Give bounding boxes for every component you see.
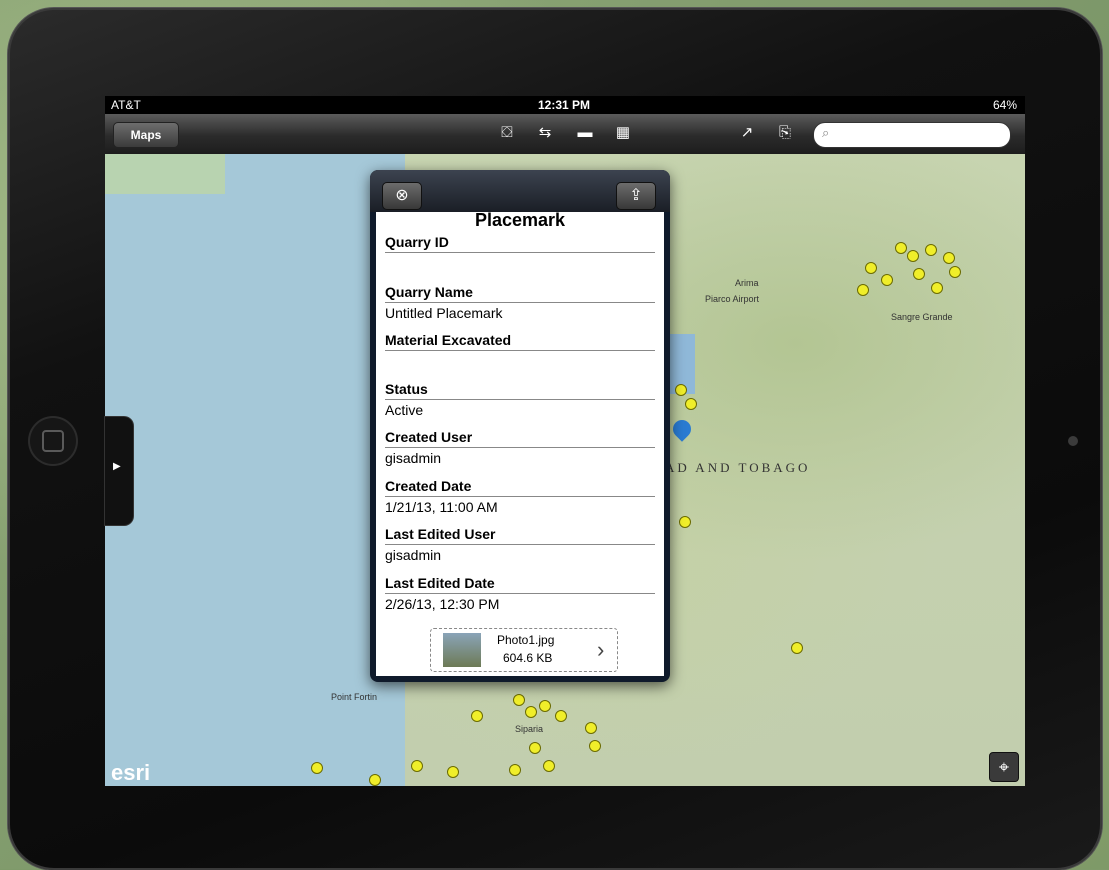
feature-popup: ⊗ ⇪ Placemark Quarry ID Quarry Name Unti… [370,170,670,682]
quarry-marker[interactable] [791,642,803,654]
carrier-label: AT&T [111,98,141,112]
field-value: gisadmin [385,450,442,466]
field-label: Quarry ID [385,234,655,253]
attachment-size: 604.6 KB [503,651,553,665]
quarry-marker[interactable] [369,774,381,786]
quarry-marker[interactable] [881,274,893,286]
status-time: 12:31 PM [538,98,591,112]
country-label: AD AND TOBAGO [665,460,811,475]
field-quarry-name: Quarry Name Untitled Placemark [385,284,655,321]
home-square-icon [42,430,64,452]
quarry-marker[interactable] [907,250,919,262]
expand-arrow-icon: ▶ [113,461,121,472]
popup-header: ⊗ ⇪ [370,170,670,212]
battery-level: 64% [992,98,1017,112]
quarry-marker[interactable] [555,710,567,722]
quarry-marker[interactable] [685,398,697,410]
quarry-marker[interactable] [589,740,601,752]
quarry-marker[interactable] [513,694,525,706]
home-button[interactable] [28,416,78,466]
field-label: Material Excavated [385,332,655,351]
quarry-marker[interactable] [525,706,537,718]
bookmarks-icon[interactable]: ⎘ [773,123,797,143]
field-status: Status Active [385,381,655,418]
field-label: Quarry Name [385,284,655,303]
quarry-marker[interactable] [471,710,483,722]
field-last-edited-date: Last Edited Date 2/26/13, 12:30 PM [385,575,655,612]
quarry-marker[interactable] [895,242,907,254]
attachment-thumbnail [443,633,481,667]
quarry-marker[interactable] [675,384,687,396]
field-value: 1/21/13, 11:00 AM [385,499,498,515]
quarry-marker[interactable] [931,282,943,294]
quarry-marker[interactable] [411,760,423,772]
legend-icon[interactable]: ▬ [573,123,597,143]
field-label: Created User [385,429,655,448]
layers-icon[interactable]: ▦ [611,123,635,143]
field-quarry-id: Quarry ID [385,234,655,255]
quarry-marker[interactable] [585,722,597,734]
quarry-marker[interactable] [865,262,877,274]
map-label-siparia: Siparia [515,724,544,734]
quarry-marker[interactable] [925,244,937,256]
maps-button[interactable]: Maps [113,122,179,148]
field-value: 2/26/13, 12:30 PM [385,596,500,612]
field-material-excavated: Material Excavated [385,332,655,353]
selected-location-pin[interactable] [669,416,695,442]
measure-icon[interactable]: ⇆ [533,123,557,143]
esri-logo: esri [111,760,151,785]
quarry-marker[interactable] [539,700,551,712]
field-last-edited-user: Last Edited User gisadmin [385,526,655,563]
close-icon: ⊗ [395,187,409,204]
map-label-piarco: Piarco Airport [705,294,760,304]
field-label: Status [385,381,655,400]
close-popup-button[interactable]: ⊗ [382,182,422,210]
search-input[interactable]: ⌕ [813,122,1011,148]
field-created-date: Created Date 1/21/13, 11:00 AM [385,478,655,515]
quarry-marker[interactable] [857,284,869,296]
map-label-sangre-grande: Sangre Grande [891,312,953,322]
search-icon: ⌕ [822,125,830,140]
quarry-marker[interactable] [543,760,555,772]
map-label-point-fortin: Point Fortin [331,692,378,702]
field-created-user: Created User gisadmin [385,429,655,466]
quarry-marker[interactable] [943,252,955,264]
popup-title: Placemark [474,212,566,230]
locate-button[interactable]: ⌖ [989,752,1019,782]
basemap-icon[interactable]: ⛋ [495,123,519,143]
camera-icon [1068,436,1078,446]
field-value: Untitled Placemark [385,305,503,321]
share-icon[interactable]: ↗ [735,123,759,143]
field-label: Created Date [385,478,655,497]
popup-body: Placemark Quarry ID Quarry Name Untitled… [376,212,664,676]
attachment-item[interactable]: Photo1.jpg 604.6 KB › [430,628,618,672]
quarry-marker[interactable] [311,762,323,774]
toolbar: Maps ⛋ ⇆ ▬ ▦ ↗ ⎘ ⌕ [105,114,1025,155]
status-bar: AT&T 12:31 PM 64% [105,96,1025,114]
chevron-right-icon: › [597,637,605,662]
quarry-marker[interactable] [913,268,925,280]
field-value: Active [385,402,424,418]
field-label: Last Edited Date [385,575,655,594]
field-label: Last Edited User [385,526,655,545]
quarry-marker[interactable] [949,266,961,278]
quarry-marker[interactable] [529,742,541,754]
quarry-marker[interactable] [679,516,691,528]
side-panel-toggle[interactable]: ▶ [104,416,134,526]
quarry-marker[interactable] [509,764,521,776]
quarry-marker[interactable] [447,766,459,778]
attachment-name: Photo1.jpg [497,633,555,647]
share-icon: ⇪ [629,187,643,204]
peninsula [105,154,225,194]
share-popup-button[interactable]: ⇪ [616,182,656,210]
map-label-arima: Arima [735,278,759,288]
field-value: gisadmin [385,547,442,563]
